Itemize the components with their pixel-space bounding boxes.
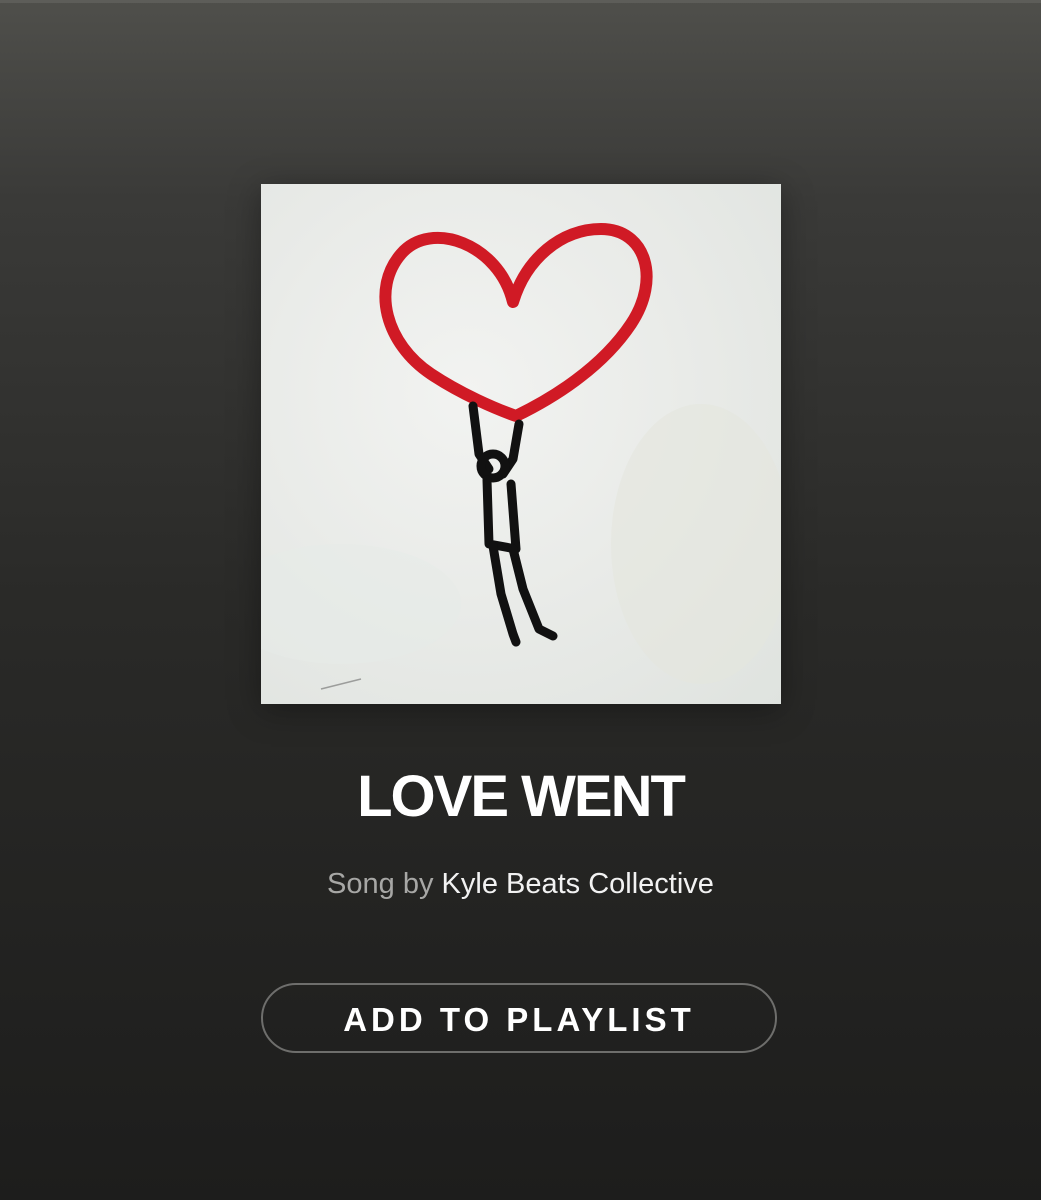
artist-link[interactable]: Kyle Beats Collective: [442, 868, 714, 900]
byline-prefix: Song by: [327, 868, 442, 900]
heart-figure-artwork-icon: [261, 223, 781, 690]
heart-shape: [379, 223, 653, 422]
add-to-playlist-button[interactable]: ADD TO PLAYLIST: [261, 983, 777, 1053]
stick-figure: [468, 401, 558, 647]
top-divider: [0, 0, 1041, 3]
album-cover: [261, 184, 781, 704]
song-title: LOVE WENT: [357, 764, 686, 829]
song-byline: Song by Kyle Beats Collective: [0, 862, 1041, 906]
